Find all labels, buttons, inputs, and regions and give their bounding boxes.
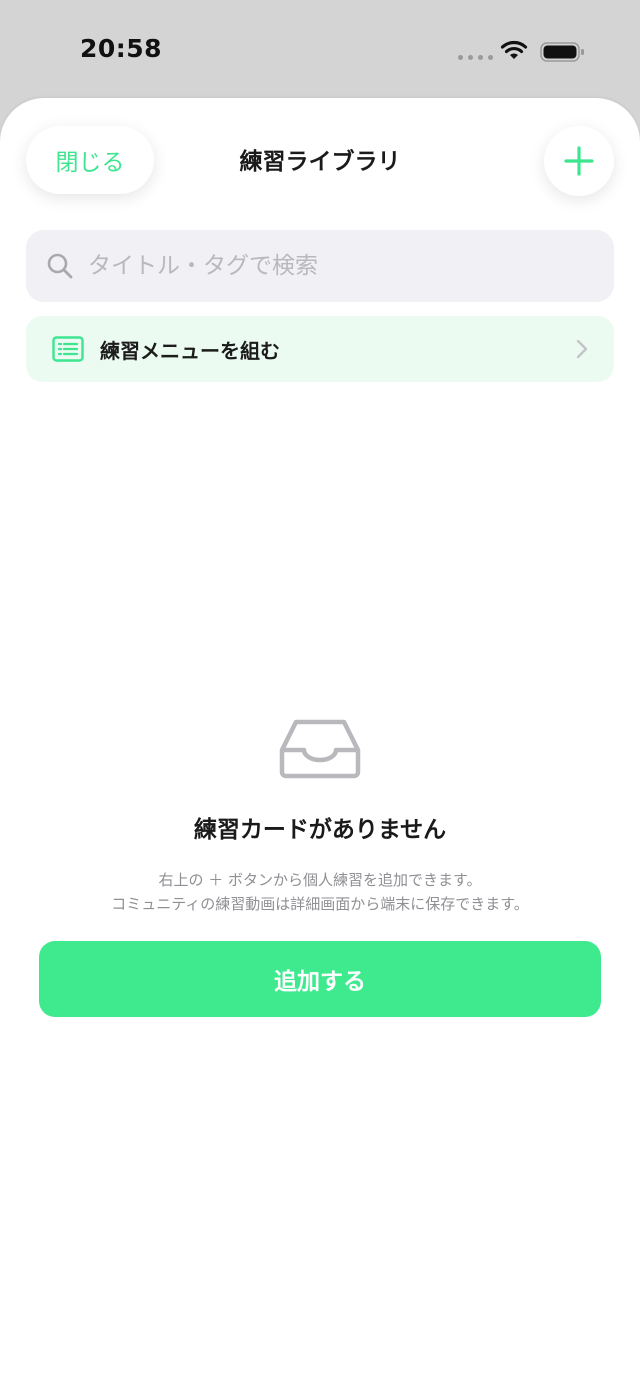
- empty-state-description-line: コミュニティの練習動画は詳細画面から端末に保存できます。: [111, 895, 529, 913]
- search-input[interactable]: [88, 253, 558, 279]
- status-time: 20:58: [80, 34, 163, 63]
- search-box[interactable]: [26, 230, 614, 302]
- empty-state-description: 右上の ＋ ボタンから個人練習を追加できます。 コミュニティの練習動画は詳細画面…: [0, 868, 640, 916]
- empty-state-description-line: 右上の ＋ ボタンから個人練習を追加できます。: [158, 871, 482, 889]
- signal-dots-icon: [458, 55, 493, 60]
- library-sheet: 閉じる 練習ライブラリ 練習メニューを組む: [0, 98, 640, 1392]
- add-practice-button[interactable]: 追加する: [39, 941, 601, 1017]
- build-menu-row[interactable]: 練習メニューを組む: [26, 316, 614, 382]
- build-menu-label: 練習メニューを組む: [100, 338, 280, 363]
- chevron-right-icon: [576, 339, 588, 359]
- battery-icon: [540, 42, 586, 66]
- list-icon: [52, 336, 84, 362]
- inbox-tray-icon: [278, 718, 362, 780]
- plus-icon: [564, 146, 594, 176]
- add-button[interactable]: [544, 126, 614, 196]
- status-bar: 20:58: [0, 0, 640, 100]
- empty-state-title: 練習カードがありません: [193, 817, 447, 843]
- search-icon: [46, 252, 74, 280]
- wifi-icon: [500, 39, 528, 65]
